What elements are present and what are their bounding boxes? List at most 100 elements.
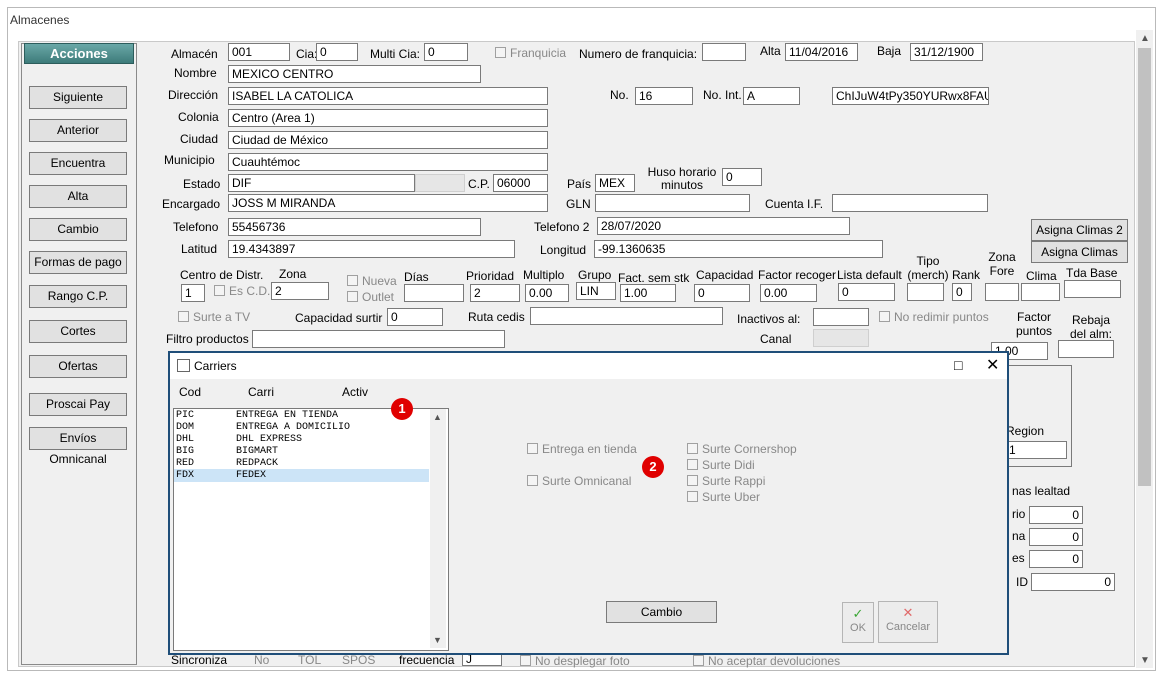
carrier-code[interactable]: PIC xyxy=(176,410,194,421)
rango-cp-button[interactable]: Rango C.P. xyxy=(29,285,127,308)
zonafore-input[interactable] xyxy=(985,283,1019,301)
carrier-code[interactable]: BIG xyxy=(176,446,194,457)
no-input[interactable]: 16 xyxy=(635,87,693,105)
carrier-code[interactable]: DHL xyxy=(176,434,194,445)
clima-input[interactable] xyxy=(1021,283,1060,301)
telefono-input[interactable]: 55456736 xyxy=(228,218,481,236)
lealtad-row-input[interactable]: 0 xyxy=(1029,506,1083,524)
close-icon[interactable]: ✕ xyxy=(986,355,999,375)
surte-didi-checkbox[interactable] xyxy=(687,459,698,470)
maximize-icon[interactable]: □ xyxy=(954,357,962,373)
siguiente-button[interactable]: Siguiente xyxy=(29,86,127,109)
list-scroll-up-icon[interactable]: ▲ xyxy=(433,412,442,422)
ciudad-input[interactable]: Ciudad de México xyxy=(228,131,548,149)
capsurtir-input[interactable]: 0 xyxy=(387,308,443,326)
centro-input[interactable]: 1 xyxy=(181,284,205,302)
cp-input[interactable]: 06000 xyxy=(493,174,548,192)
rebaja-input[interactable] xyxy=(1058,340,1114,358)
cambio-button[interactable]: Cambio xyxy=(29,218,127,241)
cancelar-button[interactable]: ✕ Cancelar xyxy=(878,601,938,643)
prioridad-input[interactable]: 2 xyxy=(470,284,520,302)
lealtad-row-input[interactable]: 0 xyxy=(1029,550,1083,568)
asigna-climas-button[interactable]: Asigna Climas xyxy=(1031,241,1128,263)
direccion-input[interactable]: ISABEL LA CATOLICA xyxy=(228,87,548,105)
estado-input[interactable]: DIF xyxy=(228,174,415,192)
dias-input[interactable] xyxy=(404,284,464,302)
scrollbar-thumb[interactable] xyxy=(1138,48,1151,486)
multiplo-input[interactable]: 0.00 xyxy=(525,284,569,302)
latitud-input[interactable]: 19.4343897 xyxy=(228,240,515,258)
factrec-input[interactable]: 0.00 xyxy=(760,284,817,302)
rank-input[interactable]: 0 xyxy=(952,283,972,301)
dialog-cambio-button[interactable]: Cambio xyxy=(606,601,717,623)
inactivos-input[interactable] xyxy=(813,308,869,326)
nueva-checkbox[interactable] xyxy=(347,275,358,286)
carriers-list[interactable] xyxy=(173,408,449,651)
surte-uber-checkbox[interactable] xyxy=(687,491,698,502)
lealtad-row-input[interactable]: 0 xyxy=(1029,528,1083,546)
cortes-button[interactable]: Cortes xyxy=(29,320,127,343)
escd-checkbox[interactable] xyxy=(214,285,225,296)
outlet-checkbox[interactable] xyxy=(347,291,358,302)
factsem-input[interactable]: 1.00 xyxy=(620,284,676,302)
nodesplegar-checkbox[interactable] xyxy=(520,655,531,666)
carrier-name[interactable]: BIGMART xyxy=(236,446,278,457)
place-id-input[interactable]: ChIJuW4tPy350YURwx8FAUs xyxy=(832,87,989,105)
proscai-pay-button[interactable]: Proscai Pay xyxy=(29,393,127,416)
formas-de-pago-button[interactable]: Formas de pago xyxy=(29,251,127,274)
surte-tv-checkbox[interactable] xyxy=(178,311,189,322)
grupo-input[interactable]: LIN xyxy=(576,282,616,300)
colonia-input[interactable]: Centro (Area 1) xyxy=(228,109,548,127)
numfranq-input[interactable] xyxy=(702,43,746,61)
list-scrollbar[interactable] xyxy=(430,409,446,648)
tdabase-input[interactable] xyxy=(1064,280,1121,298)
almacen-input[interactable]: 001 xyxy=(228,43,290,61)
carrier-code[interactable]: FDX xyxy=(176,470,194,481)
surte-omnicanal-checkbox[interactable] xyxy=(527,475,538,486)
surte-cornershop-checkbox[interactable] xyxy=(687,443,698,454)
franquicia-checkbox[interactable] xyxy=(495,47,506,58)
gln-input[interactable] xyxy=(595,194,750,212)
encargado-input[interactable]: JOSS M MIRANDA xyxy=(228,194,548,212)
carrier-name[interactable]: ENTREGA EN TIENDA xyxy=(236,410,338,421)
rutacedis-input[interactable] xyxy=(530,307,723,325)
ok-button[interactable]: ✓ OK xyxy=(842,602,874,643)
scroll-down-icon[interactable]: ▼ xyxy=(1140,655,1150,666)
noint-input[interactable]: A xyxy=(743,87,800,105)
encuentra-button[interactable]: Encuentra xyxy=(29,152,127,175)
tipo-input[interactable] xyxy=(907,283,944,301)
cuentaif-input[interactable] xyxy=(832,194,988,212)
entrega-tienda-checkbox[interactable] xyxy=(527,443,538,454)
carrier-name[interactable]: REDPACK xyxy=(236,458,278,469)
carrier-name[interactable]: ENTREGA A DOMICILIO xyxy=(236,422,350,433)
asigna-climas-2-button[interactable]: Asigna Climas 2 xyxy=(1031,219,1128,241)
anterior-button[interactable]: Anterior xyxy=(29,119,127,142)
noredimir-checkbox[interactable] xyxy=(879,311,890,322)
pais-input[interactable]: MEX xyxy=(595,174,635,192)
filtro-input[interactable] xyxy=(252,330,505,348)
envios-omnicanal-button[interactable]: Envíos Omnicanal xyxy=(29,427,127,466)
carrier-code[interactable]: DOM xyxy=(176,422,194,433)
huso-input[interactable]: 0 xyxy=(722,168,762,186)
scroll-up-icon[interactable]: ▲ xyxy=(1140,33,1150,44)
ofertas-button[interactable]: Ofertas xyxy=(29,355,127,378)
alta-input[interactable]: 11/04/2016 xyxy=(785,43,858,61)
municipio-input[interactable]: Cuauhtémoc xyxy=(228,153,548,171)
capacidad-input[interactable]: 0 xyxy=(694,284,750,302)
multicia-input[interactable]: 0 xyxy=(424,43,468,61)
listadef-input[interactable]: 0 xyxy=(838,283,895,301)
carrier-name[interactable]: DHL EXPRESS xyxy=(236,434,302,445)
telefono2-input[interactable]: 28/07/2020 xyxy=(597,217,850,235)
region-input[interactable]: 1 xyxy=(1005,441,1067,459)
cia-input[interactable]: 0 xyxy=(316,43,358,61)
alta-button[interactable]: Alta xyxy=(29,185,127,208)
longitud-input[interactable]: -99.1360635 xyxy=(594,240,883,258)
list-scroll-down-icon[interactable]: ▼ xyxy=(433,635,442,645)
carrier-name[interactable]: FEDEX xyxy=(236,470,266,481)
baja-input[interactable]: 31/12/1900 xyxy=(910,43,983,61)
zona-input[interactable]: 2 xyxy=(271,282,329,300)
surte-rappi-checkbox[interactable] xyxy=(687,475,698,486)
id-input[interactable]: 0 xyxy=(1031,573,1115,591)
carrier-code[interactable]: RED xyxy=(176,458,194,469)
noaceptar-checkbox[interactable] xyxy=(693,655,704,666)
